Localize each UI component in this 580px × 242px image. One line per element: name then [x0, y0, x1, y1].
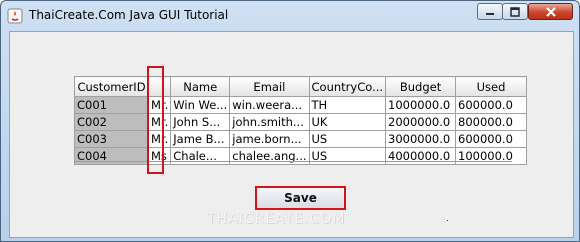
- table-row[interactable]: C003 Mr. Jame B... jame.born... US 30000…: [74, 130, 528, 148]
- column-header[interactable]: Budget: [385, 76, 457, 97]
- table-cell[interactable]: 2000000.0: [385, 113, 457, 131]
- java-icon: [7, 8, 23, 24]
- table-cell[interactable]: john.smith...: [229, 113, 310, 131]
- highlight-annotation: [147, 66, 164, 174]
- stray-dot: [447, 220, 448, 221]
- table-cell[interactable]: Jame B...: [170, 130, 231, 148]
- customer-table[interactable]: CustomerID Name Email CountryCo... Budge…: [74, 76, 528, 165]
- table-header-row: CustomerID Name Email CountryCo... Budge…: [74, 76, 528, 97]
- table-cell[interactable]: win.weera...: [229, 96, 310, 114]
- table-cell[interactable]: TH: [308, 96, 387, 114]
- table-cell[interactable]: jame.born...: [229, 130, 310, 148]
- table-row[interactable]: C001 Mr. Win We... win.weera... TH 10000…: [74, 96, 528, 114]
- maximize-button[interactable]: [502, 3, 528, 20]
- table-cell[interactable]: 1000000.0: [385, 96, 457, 114]
- column-header[interactable]: CustomerID: [74, 76, 149, 97]
- table-cell[interactable]: John S...: [170, 113, 231, 131]
- table-cell[interactable]: 800000.0: [455, 113, 528, 131]
- watermark-text: THAICREATE.COM: [207, 211, 346, 227]
- column-header[interactable]: Name: [170, 76, 231, 97]
- save-button[interactable]: Save: [255, 186, 346, 210]
- title-bar[interactable]: ThaiCreate.Com Java GUI Tutorial: [1, 1, 579, 31]
- column-header[interactable]: CountryCo...: [308, 76, 387, 97]
- table-scroll-edge: [74, 161, 512, 162]
- column-header[interactable]: Used: [455, 76, 528, 97]
- window-title: ThaiCreate.Com Java GUI Tutorial: [29, 8, 229, 22]
- table-cell[interactable]: UK: [308, 113, 387, 131]
- table-cell[interactable]: C001: [74, 96, 149, 114]
- column-header[interactable]: Email: [229, 76, 310, 97]
- table-cell[interactable]: Win We...: [170, 96, 231, 114]
- table-row[interactable]: C002 Mr. John S... john.smith... UK 2000…: [74, 113, 528, 131]
- minimize-icon: [478, 4, 502, 19]
- table-cell[interactable]: 3000000.0: [385, 130, 457, 148]
- table-cell[interactable]: C003: [74, 130, 149, 148]
- app-window: ThaiCreate.Com Java GUI Tutorial Custome…: [0, 0, 580, 242]
- maximize-icon: [503, 4, 527, 19]
- table-cell[interactable]: 600000.0: [455, 96, 528, 114]
- close-icon: [529, 4, 572, 19]
- table-cell[interactable]: C002: [74, 113, 149, 131]
- minimize-button[interactable]: [477, 3, 503, 20]
- close-button[interactable]: [528, 3, 573, 20]
- table-cell[interactable]: US: [308, 130, 387, 148]
- table-cell[interactable]: 600000.0: [455, 130, 528, 148]
